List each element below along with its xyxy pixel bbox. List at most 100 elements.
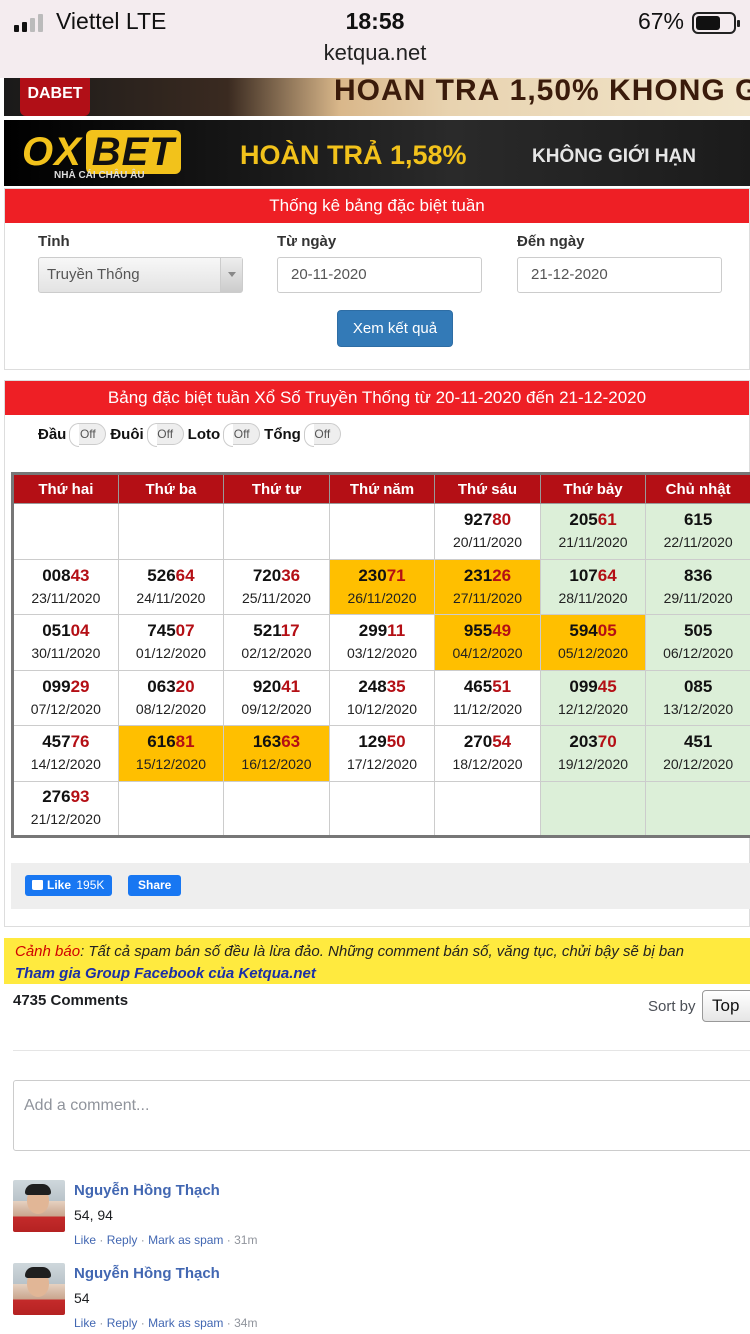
toggle-tong[interactable]: Off — [303, 423, 341, 447]
draw-date: 12/12/2020 — [557, 700, 629, 717]
comment-time: 31m — [234, 1233, 258, 1247]
comment-author[interactable]: Nguyễn Hồng Thạch — [74, 1182, 220, 1199]
table-cell — [117, 503, 225, 560]
table-cell: 09929 07/12/2020 — [12, 669, 119, 726]
province-select[interactable]: Truyền Thống — [38, 257, 243, 293]
comment-like-link[interactable]: Like — [74, 1233, 96, 1247]
facebook-share-button[interactable]: Share — [128, 875, 182, 896]
province-label: Tỉnh — [38, 233, 70, 250]
number-head: 836 — [683, 565, 713, 585]
number-tail: 80 — [492, 510, 512, 530]
special-number: 23071 — [330, 565, 435, 587]
special-number: 23126 — [435, 565, 540, 587]
table-cell: 72036 25/11/2020 — [223, 558, 330, 615]
draw-date: 03/12/2020 — [346, 645, 418, 662]
results-panel-title: Bảng đặc biệt tuần Xổ Số Truyền Thống từ… — [5, 381, 749, 415]
view-results-button[interactable]: Xem kết quả — [337, 310, 453, 347]
table-cell — [223, 780, 330, 837]
number-tail: 70 — [597, 732, 617, 752]
table-cell: 24835 10/12/2020 — [328, 669, 436, 726]
battery-icon — [692, 12, 740, 34]
draw-date: 02/12/2020 — [241, 645, 312, 662]
special-number: 52664 — [119, 565, 224, 587]
comment-like-link[interactable]: Like — [74, 1316, 96, 1330]
number-tail: 20 — [175, 676, 195, 696]
draw-date: 29/11/2020 — [663, 589, 733, 606]
special-number: 95549 — [435, 620, 540, 642]
from-date-input[interactable]: 20-11-2020 — [277, 257, 482, 293]
toggle-loto[interactable]: Off — [223, 423, 261, 447]
table-row: 00843 23/11/2020 52664 24/11/2020 72036 25/11… — [12, 558, 750, 615]
url-bar[interactable]: ketqua.net — [0, 40, 750, 66]
dabet-banner[interactable]: DABET HOÀN TRẢ 1,50% KHÔNG GIỚ — [4, 78, 750, 116]
special-number: 06320 — [119, 676, 224, 698]
special-number: 00843 — [14, 565, 118, 587]
draw-date: 23/11/2020 — [31, 589, 101, 606]
number-tail: 54 — [492, 732, 512, 752]
browser-topbar: Viettel LTE 18:58 67% ketqua.net — [0, 0, 750, 78]
special-number: 10764 — [541, 565, 646, 587]
comment-reply-link[interactable]: Reply — [107, 1233, 138, 1247]
comment-text: 54, 94 — [74, 1207, 113, 1223]
special-number: 085 — [646, 676, 750, 698]
comment-reply-link[interactable]: Reply — [107, 1316, 138, 1330]
special-number: 505 — [646, 620, 750, 642]
oxbet-logo: OX BET — [22, 130, 181, 175]
special-number: 29911 — [330, 620, 435, 642]
comment-spam-link[interactable]: Mark as spam — [148, 1233, 223, 1247]
draw-date: 07/12/2020 — [30, 700, 101, 717]
comment-text: 54 — [74, 1290, 90, 1306]
number-tail: 11 — [387, 621, 406, 641]
sort-select[interactable]: Top — [702, 990, 750, 1022]
draw-date: 15/12/2020 — [135, 756, 206, 773]
toggle-dau[interactable]: Off — [69, 423, 107, 447]
oxbet-logo-ox: OX — [22, 130, 82, 174]
table-row: 05104 30/11/2020 74507 01/12/2020 52117 02/12… — [12, 614, 750, 671]
draw-date: 18/12/2020 — [452, 756, 523, 773]
number-head: 085 — [683, 676, 713, 696]
special-number: 20370 — [541, 731, 646, 753]
divider — [13, 1050, 750, 1051]
results-table-wrapper[interactable]: Thứ hai Thứ ba Thứ tư Thứ năm Thứ sáu Thứ bảy… — [11, 472, 750, 842]
special-number: 836 — [646, 565, 750, 587]
number-head: 099 — [569, 676, 598, 696]
draw-date: 28/11/2020 — [558, 589, 628, 606]
comment-spam-link[interactable]: Mark as spam — [148, 1316, 223, 1330]
comment-author[interactable]: Nguyễn Hồng Thạch — [74, 1265, 220, 1282]
number-head: 451 — [683, 732, 713, 752]
oxbet-banner[interactable]: OX BET NHÀ CÁI CHÂU ÂU HOÀN TRẢ 1,58% KHÔ… — [4, 120, 750, 186]
number-head: 099 — [42, 676, 71, 696]
number-tail: 26 — [492, 565, 512, 585]
table-row: 09929 07/12/2020 06320 08/12/2020 92041 09/12… — [12, 669, 750, 726]
avatar[interactable] — [13, 1263, 65, 1315]
avatar[interactable] — [13, 1180, 65, 1232]
number-head: 203 — [569, 732, 598, 752]
special-number: 09945 — [541, 676, 646, 698]
toggle-label-dau: Đầu — [38, 425, 67, 443]
dabet-promo-text: HOÀN TRẢ 1,50% KHÔNG GIỚ — [334, 78, 750, 107]
special-number: 05104 — [14, 620, 118, 642]
comment-input[interactable]: Add a comment... — [13, 1080, 750, 1151]
draw-date: 20/11/2020 — [452, 534, 522, 551]
number-tail: 45 — [597, 676, 617, 696]
number-tail: 29 — [70, 676, 90, 696]
toggle-duoi[interactable]: Off — [146, 423, 184, 447]
table-cell — [223, 503, 330, 560]
table-cell — [328, 780, 436, 837]
to-date-input[interactable]: 21-12-2020 — [517, 257, 722, 293]
sort-label: Sort by — [648, 998, 696, 1015]
number-tail: 51 — [492, 676, 512, 696]
filter-panel: Thống kê bảng đặc biệt tuần Tỉnh Từ ngày… — [4, 188, 750, 370]
table-cell: 836 29/11/2020 — [645, 558, 750, 615]
draw-date: 10/12/2020 — [346, 700, 418, 717]
special-number: 27693 — [14, 786, 118, 808]
facebook-group-link[interactable]: Tham gia Group Facebook của Ketqua.net — [15, 963, 750, 984]
table-header-row: Thứ hai Thứ ba Thứ tư Thứ năm Thứ sáu Thứ bảy… — [12, 473, 750, 504]
comment-item: Nguyễn Hồng Thạch 54, 94 Like · Reply · … — [13, 1180, 750, 1260]
table-cell: 23126 27/11/2020 — [434, 558, 541, 615]
draw-date: 26/11/2020 — [347, 589, 417, 606]
facebook-like-button[interactable]: Like 195K — [25, 875, 113, 896]
draw-date: 06/12/2020 — [663, 645, 734, 662]
number-tail: 04 — [70, 621, 90, 641]
draw-date: 11/12/2020 — [452, 700, 522, 717]
